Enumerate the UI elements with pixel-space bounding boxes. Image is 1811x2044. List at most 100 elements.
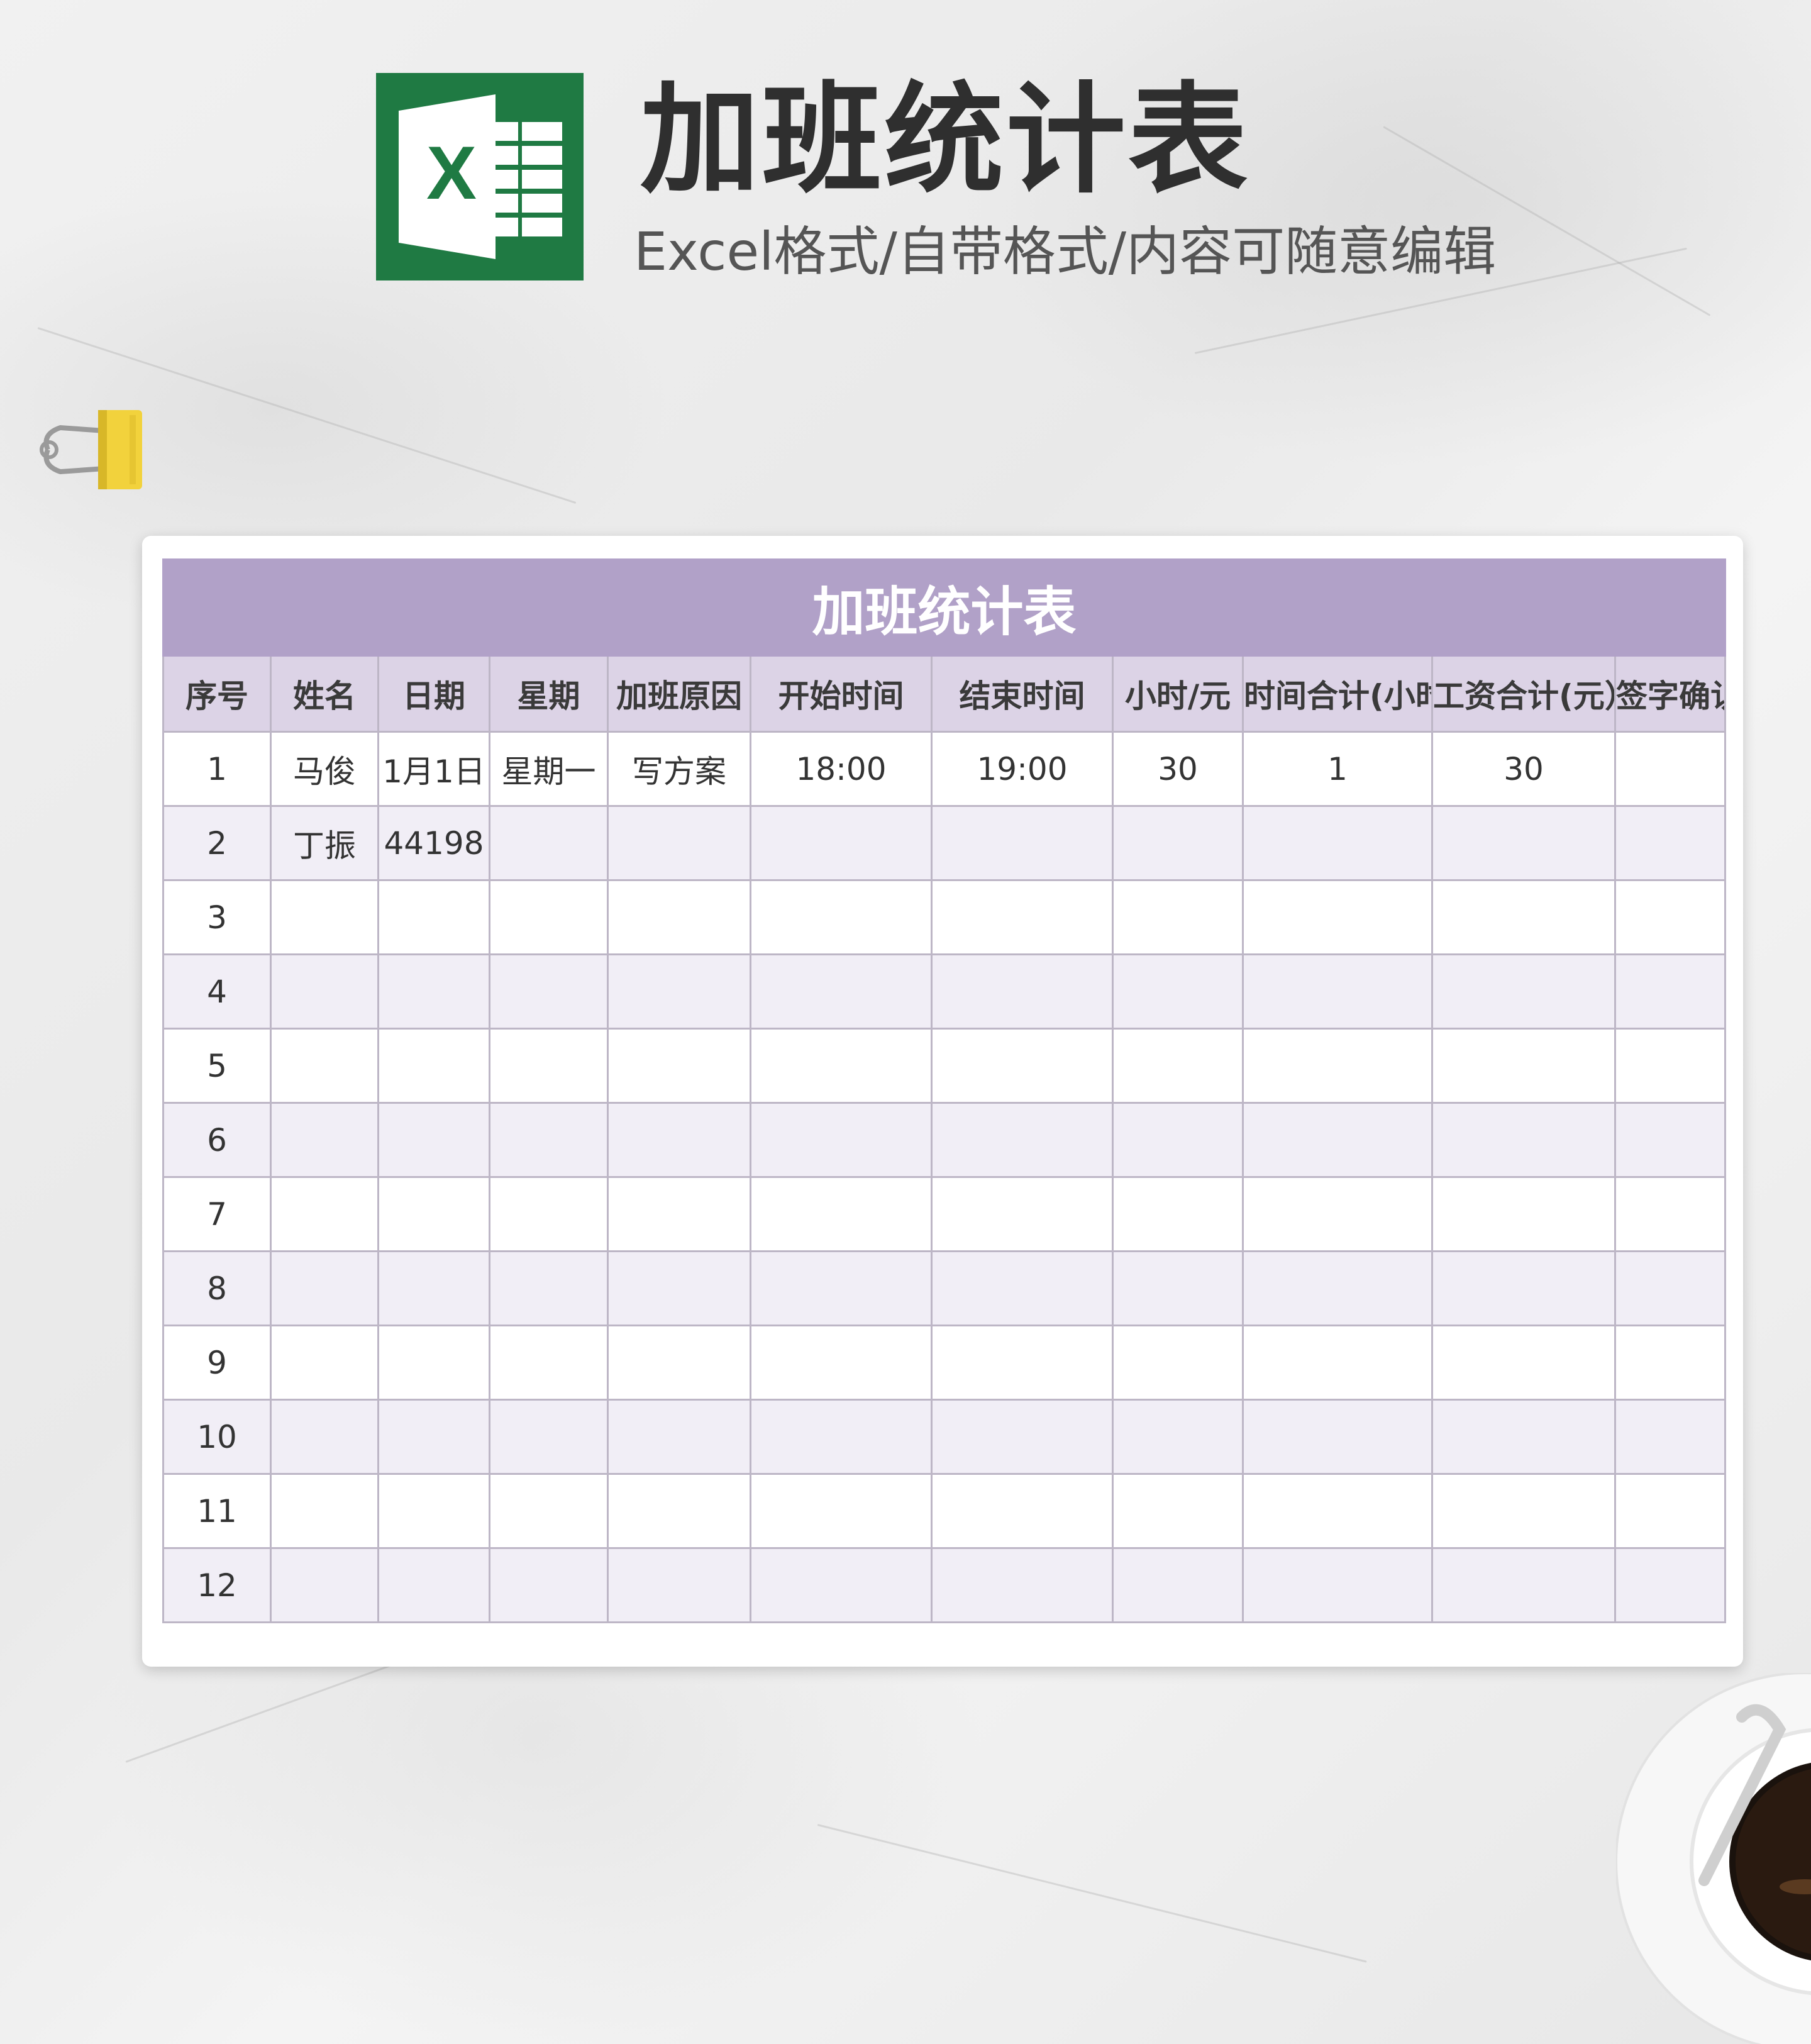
table-cell[interactable]	[1614, 1102, 1727, 1178]
table-cell[interactable]	[377, 1028, 490, 1104]
table-cell[interactable]	[931, 1399, 1114, 1475]
table-cell[interactable]: 30	[1431, 731, 1616, 807]
table-cell[interactable]	[1614, 1399, 1727, 1475]
table-cell[interactable]	[489, 1325, 609, 1401]
table-cell[interactable]: 44198	[377, 805, 490, 881]
table-cell[interactable]	[489, 1473, 609, 1549]
table-cell[interactable]	[1112, 1028, 1244, 1104]
table-cell[interactable]	[489, 953, 609, 1030]
table-cell[interactable]	[750, 1176, 933, 1252]
table-cell[interactable]	[1242, 1102, 1433, 1178]
table-cell[interactable]: 2	[162, 805, 272, 881]
table-cell[interactable]: 19:00	[931, 731, 1114, 807]
table-cell[interactable]	[931, 953, 1114, 1030]
table-cell[interactable]	[1614, 953, 1727, 1030]
table-cell[interactable]	[750, 805, 933, 881]
table-cell[interactable]	[607, 805, 751, 881]
table-cell[interactable]: 12	[162, 1547, 272, 1623]
table-cell[interactable]: 丁振	[270, 805, 379, 881]
table-cell[interactable]	[607, 1325, 751, 1401]
table-cell[interactable]	[750, 1250, 933, 1326]
table-cell[interactable]	[1614, 879, 1727, 955]
table-cell[interactable]: 5	[162, 1028, 272, 1104]
table-cell[interactable]	[607, 953, 751, 1030]
table-cell[interactable]	[1112, 1473, 1244, 1549]
table-cell[interactable]	[1242, 1250, 1433, 1326]
table-cell[interactable]	[1242, 1547, 1433, 1623]
table-cell[interactable]	[377, 1250, 490, 1326]
table-cell[interactable]	[270, 1176, 379, 1252]
table-cell[interactable]	[1614, 1250, 1727, 1326]
table-cell[interactable]	[607, 1473, 751, 1549]
table-cell[interactable]	[1431, 1102, 1616, 1178]
table-cell[interactable]	[1242, 1176, 1433, 1252]
table-cell[interactable]	[931, 1473, 1114, 1549]
table-cell[interactable]	[750, 1028, 933, 1104]
table-cell[interactable]: 7	[162, 1176, 272, 1252]
table-cell[interactable]	[1242, 1473, 1433, 1549]
table-cell[interactable]	[270, 1325, 379, 1401]
table-cell[interactable]	[750, 1102, 933, 1178]
table-cell[interactable]	[377, 1176, 490, 1252]
table-cell[interactable]	[607, 1547, 751, 1623]
table-cell[interactable]	[270, 953, 379, 1030]
table-cell[interactable]	[377, 1547, 490, 1623]
table-cell[interactable]	[607, 1028, 751, 1104]
table-cell[interactable]: 星期一	[489, 731, 609, 807]
table-cell[interactable]	[270, 1102, 379, 1178]
table-cell[interactable]	[1112, 953, 1244, 1030]
table-cell[interactable]	[1614, 1028, 1727, 1104]
table-cell[interactable]	[1431, 953, 1616, 1030]
table-cell[interactable]	[750, 879, 933, 955]
table-cell[interactable]	[931, 879, 1114, 955]
table-cell[interactable]	[1614, 1547, 1727, 1623]
table-cell[interactable]	[1431, 1325, 1616, 1401]
table-cell[interactable]: 4	[162, 953, 272, 1030]
table-cell[interactable]	[1112, 879, 1244, 955]
table-cell[interactable]: 1	[1242, 731, 1433, 807]
table-cell[interactable]	[377, 953, 490, 1030]
table-cell[interactable]: 11	[162, 1473, 272, 1549]
table-cell[interactable]	[270, 1547, 379, 1623]
table-cell[interactable]	[1242, 1028, 1433, 1104]
table-cell[interactable]	[1431, 1473, 1616, 1549]
table-cell[interactable]	[489, 1028, 609, 1104]
table-cell[interactable]	[489, 1399, 609, 1475]
table-cell[interactable]	[1431, 1028, 1616, 1104]
table-cell[interactable]	[1112, 1547, 1244, 1623]
table-cell[interactable]	[607, 1102, 751, 1178]
table-cell[interactable]	[377, 1102, 490, 1178]
table-cell[interactable]: 18:00	[750, 731, 933, 807]
table-cell[interactable]	[750, 953, 933, 1030]
table-cell[interactable]	[931, 1250, 1114, 1326]
table-cell[interactable]	[270, 1399, 379, 1475]
table-cell[interactable]	[750, 1399, 933, 1475]
table-cell[interactable]: 1月1日	[377, 731, 490, 807]
table-cell[interactable]	[489, 805, 609, 881]
table-cell[interactable]	[489, 879, 609, 955]
table-cell[interactable]	[489, 1176, 609, 1252]
table-cell[interactable]: 30	[1112, 731, 1244, 807]
table-cell[interactable]: 8	[162, 1250, 272, 1326]
table-cell[interactable]	[1614, 731, 1727, 807]
table-cell[interactable]	[607, 879, 751, 955]
table-cell[interactable]	[1431, 1547, 1616, 1623]
table-cell[interactable]	[607, 1399, 751, 1475]
table-cell[interactable]	[377, 1325, 490, 1401]
table-cell[interactable]	[1431, 1399, 1616, 1475]
table-cell[interactable]	[1242, 879, 1433, 955]
table-cell[interactable]	[1112, 1176, 1244, 1252]
table-cell[interactable]	[1242, 1325, 1433, 1401]
table-cell[interactable]	[1431, 805, 1616, 881]
table-cell[interactable]	[931, 1547, 1114, 1623]
table-cell[interactable]	[750, 1325, 933, 1401]
table-cell[interactable]	[1242, 953, 1433, 1030]
table-cell[interactable]	[270, 1028, 379, 1104]
table-cell[interactable]	[607, 1176, 751, 1252]
table-cell[interactable]	[270, 1250, 379, 1326]
table-cell[interactable]	[607, 1250, 751, 1326]
table-cell[interactable]	[1112, 1250, 1244, 1326]
table-cell[interactable]	[750, 1547, 933, 1623]
table-cell[interactable]	[377, 1399, 490, 1475]
table-cell[interactable]	[1614, 1325, 1727, 1401]
